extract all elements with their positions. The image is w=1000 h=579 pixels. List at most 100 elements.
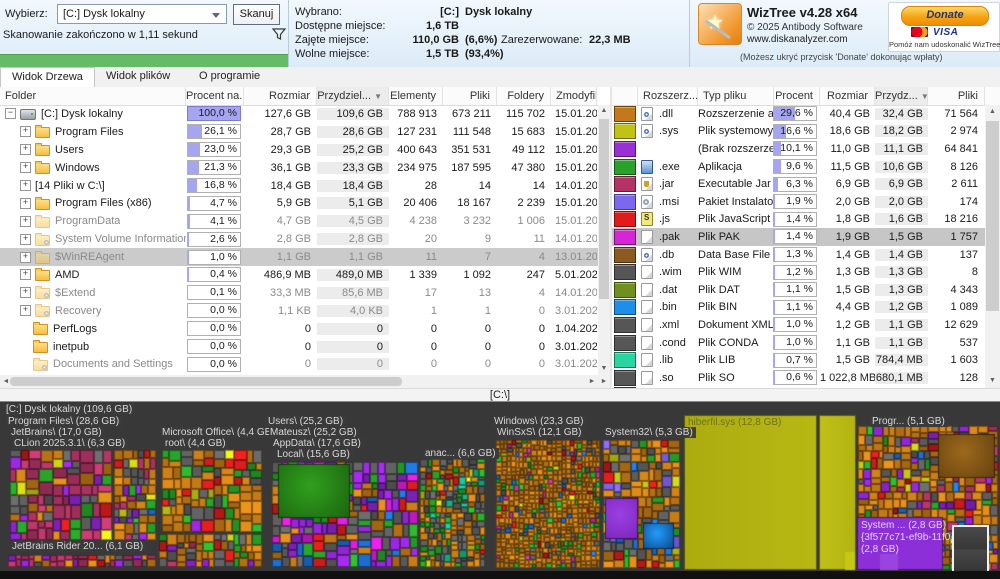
ext-row[interactable]: .msiPakiet Instalator1,9 %2,0 GB2,0 GB17… [612,193,1000,211]
application-icon [641,160,653,174]
ext-row[interactable]: .wimPlik WIM1,2 %1,3 GB1,3 GB8 [612,263,1000,281]
expand-icon[interactable]: + [20,234,31,245]
tree-row[interactable]: −[C:] Dysk lokalny100,0 %127,6 GB109,6 G… [0,105,598,123]
expand-icon[interactable]: + [20,269,31,280]
tree-row[interactable]: +Program Files (x86)4,7 %5,9 GB5,1 GB20 … [0,194,598,212]
tree-row[interactable]: +AMD0,4 %486,9 MB489,0 MB1 3391 0922475.… [0,266,598,284]
tab-tree-view[interactable]: Widok Drzewa [0,67,95,88]
column-header-procentna[interactable]: Procent na... [186,87,244,105]
ext-row[interactable]: (Brak rozszerzeni10,1 %11,0 GB11,1 GB64 … [612,140,1000,158]
extension-cell: .sys [638,124,698,138]
column-header-folder[interactable]: Folder [0,87,186,105]
file-type-cell: Executable Jar Fi [698,178,774,190]
ext-row[interactable]: .dbData Base File1,3 %1,4 GB1,4 GB137 [612,246,1000,264]
drive-combobox[interactable]: [C:] Dysk lokalny [57,4,227,24]
column-header-przydz[interactable]: Przydz... ▼ [875,87,928,105]
ext-row[interactable]: .xmlDokument XML1,0 %1,2 GB1,1 GB12 629 [612,316,1000,334]
expand-icon[interactable]: + [20,287,31,298]
bottom-strip [0,571,1000,579]
percent-value: 16,8 % [188,179,237,192]
expand-icon[interactable]: + [20,216,31,227]
column-header-pliki[interactable]: Pliki [443,87,497,105]
scroll-down-arrow-icon[interactable]: ▼ [985,374,1000,388]
percent-value: 6,3 % [774,178,813,191]
tab-file-view[interactable]: Widok plików [95,67,181,86]
used-value: 110,0 GB [349,34,459,46]
ext-row[interactable]: .jarExecutable Jar Fi6,3 %6,9 GB6,9 GB2 … [612,175,1000,193]
allocated-cell: 0 [317,323,389,335]
column-header-foldery[interactable]: Foldery [497,87,551,105]
scroll-up-arrow-icon[interactable]: ▲ [598,105,610,117]
column-header-procent[interactable]: Procent [774,87,820,105]
scan-button[interactable]: Skanuj [233,4,280,25]
items-cell: 1 339 [389,269,443,281]
column-header-typpliku[interactable]: Typ pliku [698,87,774,105]
tree-row[interactable]: +[14 Pliki w C:\]16,8 %18,4 GB18,4 GB281… [0,177,598,195]
scrollbar-thumb[interactable] [986,121,999,311]
folders-cell: 11 [497,233,551,245]
tree-row[interactable]: +Recovery0,0 %1,1 KB4,0 KB1103.01.202 [0,302,598,320]
tree-row[interactable]: +$Extend0,1 %33,3 MB85,6 MB1713414.01.20 [0,284,598,302]
website-link[interactable]: www.diskanalyzer.com [747,34,848,45]
allocated-cell: 1,2 GB [875,301,928,313]
tree-row[interactable]: +Users23,0 %29,3 GB25,2 GB400 643351 531… [0,141,598,159]
expand-icon[interactable]: + [20,126,31,137]
collapse-icon[interactable]: − [5,108,16,119]
ext-row[interactable]: .jsPlik JavaScript1,4 %1,8 GB1,6 GB18 21… [612,211,1000,229]
treemap-view[interactable]: [C:] Dysk lokalny (109,6 GB)Program File… [0,402,1000,571]
tree-row[interactable]: +$WinREAgent1,0 %1,1 GB1,1 GB117413.01.2… [0,248,598,266]
scroll-down-arrow-icon[interactable]: ▼ [598,363,610,375]
expand-icon[interactable]: + [20,198,31,209]
file-type-cell: Plik CONDA [698,337,774,349]
treemap-selected-block[interactable] [952,525,989,574]
column-header-przydziel[interactable]: Przydziel... ▼ [317,87,389,105]
tree-row[interactable]: Documents and Settings0,0 %000003.01.202 [0,355,598,373]
scrollbar-thumb[interactable] [599,119,609,299]
tree-row[interactable]: +System Volume Information2,6 %2,8 GB2,8… [0,230,598,248]
ext-row[interactable]: .datPlik DAT1,1 %1,5 GB1,3 GB4 343 [612,281,1000,299]
tree-line [20,360,29,369]
ext-row[interactable]: .dllRozszerzenie apl29,6 %40,4 GB32,4 GB… [612,105,1000,123]
tree-row[interactable]: +Windows21,3 %36,1 GB23,3 GB234 975187 5… [0,159,598,177]
expand-icon[interactable]: + [20,305,31,316]
tab-about[interactable]: O programie [188,67,271,86]
tree-vertical-scrollbar[interactable]: ▲ ▼ [598,105,610,375]
column-header-zmodyfikow[interactable]: Zmodyfikow [551,87,597,105]
scroll-up-arrow-icon[interactable]: ▲ [985,105,1000,119]
ext-row[interactable]: .libPlik LIB0,7 %1,5 GB784,4 MB1 603 [612,351,1000,369]
column-header-rozmiar[interactable]: Rozmiar [820,87,875,105]
size-cell: 11,5 GB [820,161,875,173]
modified-cell: 5.01.202 [551,269,597,281]
column-header-rozmiar[interactable]: Rozmiar [244,87,317,105]
files-cell: 2 611 [928,178,985,190]
expand-icon[interactable]: + [20,144,31,155]
jar-file-icon [641,177,653,191]
column-header-color[interactable] [612,87,638,105]
size-cell: 18,4 GB [244,180,317,192]
donate-button[interactable]: Donate [901,6,989,26]
tree-row[interactable]: PerfLogs0,0 %000001.04.202 [0,320,598,338]
folder-cell: +$Extend [0,286,186,299]
ext-row[interactable]: .condPlik CONDA1,0 %1,1 GB1,1 GB537 [612,334,1000,352]
ext-row[interactable]: .exeAplikacja9,6 %11,5 GB10,6 GB8 126 [612,158,1000,176]
column-header-rozszerz[interactable]: Rozszerz... [638,87,698,105]
tree-row[interactable]: +Program Files26,1 %28,7 GB28,6 GB127 23… [0,123,598,141]
ext-row[interactable]: .sysPlik systemowy16,6 %18,6 GB18,2 GB2 … [612,123,1000,141]
filter-icon[interactable] [272,27,286,41]
expand-icon[interactable]: + [20,162,31,173]
expand-icon[interactable]: + [20,252,31,263]
horizontal-scrollbar[interactable]: ◄ ► [0,375,598,388]
scroll-corner[interactable]: ► [598,375,610,388]
column-header-elementy[interactable]: Elementy [389,87,443,105]
expand-icon[interactable]: + [20,180,31,191]
tree-row[interactable]: inetpub0,0 %000003.01.202 [0,338,598,356]
ext-row[interactable]: .binPlik BIN1,1 %4,4 GB1,2 GB1 089 [612,299,1000,317]
column-header-pliki[interactable]: Pliki [928,87,985,105]
ext-row[interactable]: .soPlik SO0,6 %1 022,8 MB680,1 MB128 [612,369,1000,387]
allocated-cell: 32,4 GB [875,108,928,120]
ext-vertical-scrollbar[interactable]: ▲ ▼ [985,105,1000,388]
scrollbar-thumb[interactable] [10,377,402,386]
scroll-right-arrow-icon[interactable]: ► [586,375,598,388]
tree-row[interactable]: +ProgramData4,1 %4,7 GB4,5 GB4 2383 2321… [0,212,598,230]
ext-row[interactable]: .pakPlik PAK1,4 %1,9 GB1,5 GB1 757 [612,228,1000,246]
